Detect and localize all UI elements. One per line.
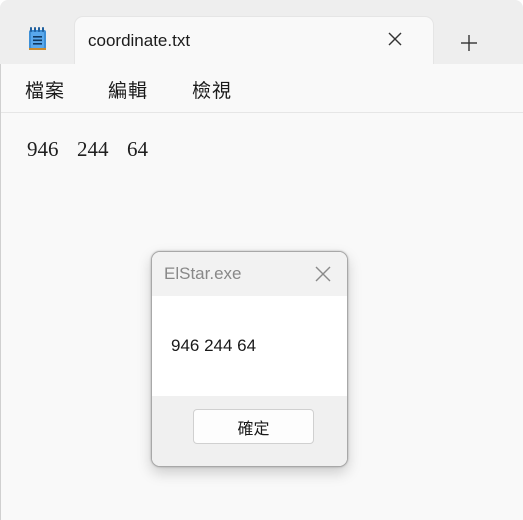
dialog-message: 946 244 64 [171, 336, 257, 355]
tab-coordinate-txt[interactable]: coordinate.txt [75, 17, 433, 65]
window-border [0, 64, 1, 520]
tab-title: coordinate.txt [88, 31, 191, 50]
menu-view[interactable]: 檢視 [192, 76, 232, 103]
close-icon[interactable] [386, 30, 404, 48]
tab-bar: coordinate.txt [0, 0, 523, 65]
notepad-icon [28, 27, 47, 51]
message-dialog: ElStar.exe 946 244 64 確定 [151, 251, 348, 467]
notepad-window: coordinate.txt 檔案 編輯 檢視 946 244 64 ElSta… [0, 0, 523, 520]
menu-bar: 檔案 編輯 檢視 [0, 64, 523, 113]
editor-content: 946 244 64 [27, 137, 148, 161]
close-icon[interactable] [314, 265, 332, 283]
dialog-body: 946 244 64 [152, 296, 347, 396]
dialog-title: ElStar.exe [164, 264, 242, 283]
dialog-titlebar: ElStar.exe [152, 252, 347, 296]
dialog-footer: 確定 [152, 396, 347, 466]
plus-icon[interactable] [458, 32, 480, 54]
menu-file[interactable]: 檔案 [25, 76, 65, 103]
menu-edit[interactable]: 編輯 [108, 76, 148, 103]
ok-button[interactable]: 確定 [193, 409, 314, 444]
